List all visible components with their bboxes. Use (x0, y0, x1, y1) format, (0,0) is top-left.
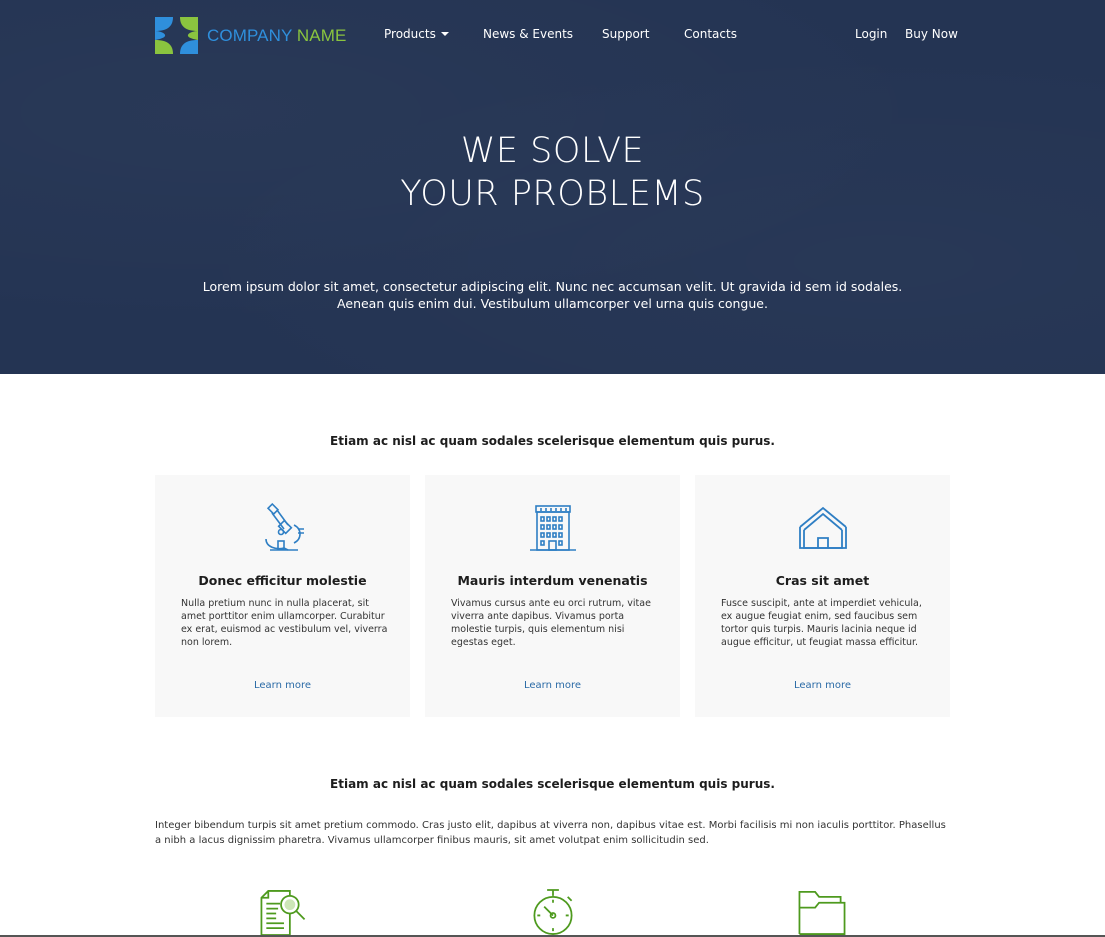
nav-contacts[interactable]: Contacts (684, 26, 737, 42)
learn-more-link[interactable]: Learn more (695, 680, 950, 691)
features-heading: Etiam ac nisl ac quam sodales scelerisqu… (330, 434, 775, 448)
card-title: Cras sit amet (775, 573, 870, 588)
nav-news-events[interactable]: News & Events (483, 26, 573, 42)
chevron-down-icon (440, 31, 449, 36)
buy-now-link[interactable]: Buy Now (905, 26, 958, 42)
document-search-icon (260, 890, 306, 936)
card-text: Fusce suscipit, ante at imperdiet vehicu… (721, 598, 922, 648)
nav-products[interactable]: Products (384, 26, 449, 42)
feature-card: Donec efficitur molestie Nulla pretium n… (155, 475, 410, 717)
stopwatch-icon (533, 889, 573, 935)
company-logo[interactable]: COMPANY NAME (155, 17, 347, 54)
hero-text-line1: Lorem ipsum dolor sit amet, consectetur … (202, 279, 903, 294)
card-title: Mauris interdum venenatis (457, 573, 648, 588)
building-icon (530, 505, 576, 551)
feature-card: Cras sit amet Fusce suscipit, ante at im… (695, 475, 950, 717)
microscope-icon (265, 503, 304, 551)
hero-title-line1: WE SOLVE (460, 131, 645, 171)
house-icon (799, 506, 847, 549)
login-link[interactable]: Login (855, 26, 887, 42)
folder-icon (798, 891, 846, 935)
section2-paragraph: Integer bibendum turpis sit amet pretium… (155, 820, 946, 846)
nav-support[interactable]: Support (602, 26, 649, 42)
company-name: COMPANY NAME (207, 25, 347, 45)
learn-more-link[interactable]: Learn more (425, 680, 680, 691)
card-text: Nulla pretium nunc in nulla placerat, si… (181, 598, 388, 648)
hero-section: COMPANY NAME Products News & Events Supp… (0, 0, 1105, 374)
hero-title-line2: YOUR PROBLEMS (400, 174, 705, 214)
section2-heading: Etiam ac nisl ac quam sodales scelerisqu… (330, 777, 775, 791)
logo-mark-icon (155, 17, 198, 54)
card-text: Vivamus cursus ante eu orci rutrum, vita… (451, 598, 651, 648)
nav-products-label: Products (384, 27, 436, 41)
hero-text-line2: Aenean quis enim dui. Vestibulum ullamco… (337, 296, 768, 311)
feature-card: Mauris interdum venenatis Vivamus cursus… (425, 475, 680, 717)
card-title: Donec efficitur molestie (198, 573, 367, 588)
learn-more-link[interactable]: Learn more (155, 680, 410, 691)
